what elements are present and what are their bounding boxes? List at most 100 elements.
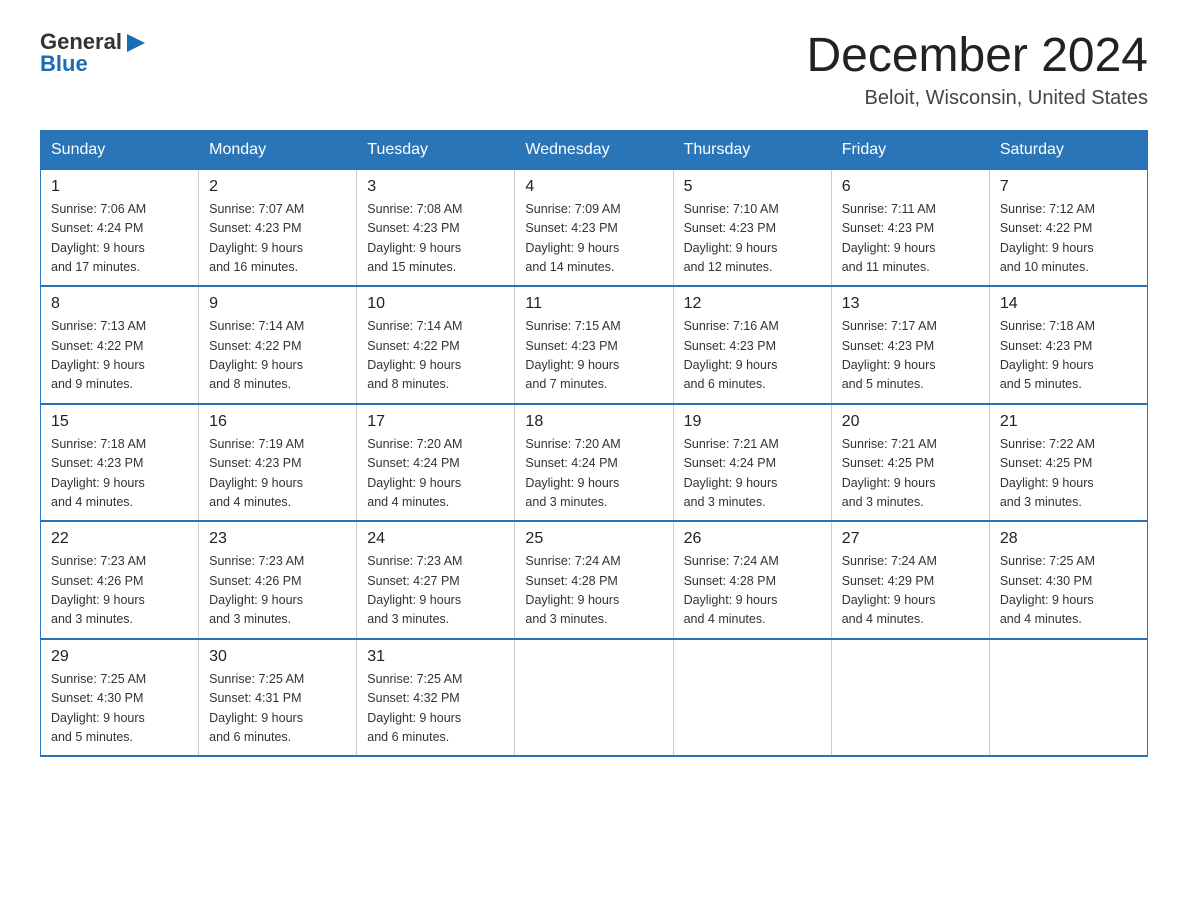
day-info: Sunrise: 7:14 AM Sunset: 4:22 PM Dayligh…: [367, 317, 504, 395]
day-info: Sunrise: 7:25 AM Sunset: 4:31 PM Dayligh…: [209, 670, 346, 748]
day-number: 19: [684, 413, 821, 431]
day-number: 4: [525, 178, 662, 196]
day-cell: 30 Sunrise: 7:25 AM Sunset: 4:31 PM Dayli…: [199, 639, 357, 757]
day-info: Sunrise: 7:07 AM Sunset: 4:23 PM Dayligh…: [209, 200, 346, 278]
day-cell: 16Sunrise: 7:19 AM Sunset: 4:23 PM Dayli…: [199, 404, 357, 522]
calendar-body: 1 Sunrise: 7:06 AM Sunset: 4:24 PM Daylig…: [41, 169, 1148, 756]
day-info: Sunrise: 7:24 AM Sunset: 4:28 PM Dayligh…: [684, 552, 821, 630]
day-number: 25: [525, 530, 662, 548]
day-info: Sunrise: 7:15 AM Sunset: 4:23 PM Dayligh…: [525, 317, 662, 395]
day-cell: 7 Sunrise: 7:12 AM Sunset: 4:22 PM Daylig…: [989, 169, 1147, 286]
day-cell: 14 Sunrise: 7:18 AM Sunset: 4:23 PM Dayli…: [989, 286, 1147, 404]
day-number: 30: [209, 648, 346, 666]
day-cell: 11 Sunrise: 7:15 AM Sunset: 4:23 PM Dayli…: [515, 286, 673, 404]
day-info: Sunrise: 7:19 AM Sunset: 4:23 PM Dayligh…: [209, 435, 346, 513]
header-cell-saturday: Saturday: [989, 130, 1147, 169]
day-cell: 9 Sunrise: 7:14 AM Sunset: 4:22 PM Daylig…: [199, 286, 357, 404]
day-info: Sunrise: 7:25 AM Sunset: 4:30 PM Dayligh…: [1000, 552, 1137, 630]
day-cell: 23 Sunrise: 7:23 AM Sunset: 4:26 PM Dayli…: [199, 521, 357, 639]
day-info: Sunrise: 7:12 AM Sunset: 4:22 PM Dayligh…: [1000, 200, 1137, 278]
day-number: 14: [1000, 295, 1137, 313]
day-number: 27: [842, 530, 979, 548]
logo-triangle-icon: [125, 32, 147, 54]
week-row-5: 29 Sunrise: 7:25 AM Sunset: 4:30 PM Dayli…: [41, 639, 1148, 757]
day-info: Sunrise: 7:09 AM Sunset: 4:23 PM Dayligh…: [525, 200, 662, 278]
week-row-4: 22 Sunrise: 7:23 AM Sunset: 4:26 PM Dayli…: [41, 521, 1148, 639]
day-cell: 4 Sunrise: 7:09 AM Sunset: 4:23 PM Daylig…: [515, 169, 673, 286]
day-number: 24: [367, 530, 504, 548]
day-info: Sunrise: 7:18 AM Sunset: 4:23 PM Dayligh…: [1000, 317, 1137, 395]
day-cell: 13 Sunrise: 7:17 AM Sunset: 4:23 PM Dayli…: [831, 286, 989, 404]
day-cell: [515, 639, 673, 757]
day-cell: [831, 639, 989, 757]
day-cell: 10 Sunrise: 7:14 AM Sunset: 4:22 PM Dayli…: [357, 286, 515, 404]
calendar-header: SundayMondayTuesdayWednesdayThursdayFrid…: [41, 130, 1148, 169]
day-cell: 20Sunrise: 7:21 AM Sunset: 4:25 PM Dayli…: [831, 404, 989, 522]
day-info: Sunrise: 7:20 AM Sunset: 4:24 PM Dayligh…: [367, 435, 504, 513]
day-info: Sunrise: 7:11 AM Sunset: 4:23 PM Dayligh…: [842, 200, 979, 278]
day-number: 3: [367, 178, 504, 196]
day-info: Sunrise: 7:10 AM Sunset: 4:23 PM Dayligh…: [684, 200, 821, 278]
day-info: Sunrise: 7:24 AM Sunset: 4:29 PM Dayligh…: [842, 552, 979, 630]
day-info: Sunrise: 7:23 AM Sunset: 4:26 PM Dayligh…: [51, 552, 188, 630]
day-number: 6: [842, 178, 979, 196]
day-info: Sunrise: 7:06 AM Sunset: 4:24 PM Dayligh…: [51, 200, 188, 278]
day-cell: 17 Sunrise: 7:20 AM Sunset: 4:24 PM Dayli…: [357, 404, 515, 522]
day-cell: 1 Sunrise: 7:06 AM Sunset: 4:24 PM Daylig…: [41, 169, 199, 286]
header-cell-wednesday: Wednesday: [515, 130, 673, 169]
day-info: Sunrise: 7:17 AM Sunset: 4:23 PM Dayligh…: [842, 317, 979, 395]
day-cell: 12Sunrise: 7:16 AM Sunset: 4:23 PM Dayli…: [673, 286, 831, 404]
day-info: Sunrise: 7:21 AM Sunset: 4:24 PM Dayligh…: [684, 435, 821, 513]
day-cell: 2 Sunrise: 7:07 AM Sunset: 4:23 PM Daylig…: [199, 169, 357, 286]
day-number: 26: [684, 530, 821, 548]
day-info: Sunrise: 7:13 AM Sunset: 4:22 PM Dayligh…: [51, 317, 188, 395]
day-number: 22: [51, 530, 188, 548]
day-number: 7: [1000, 178, 1137, 196]
day-cell: 6 Sunrise: 7:11 AM Sunset: 4:23 PM Daylig…: [831, 169, 989, 286]
day-info: Sunrise: 7:25 AM Sunset: 4:32 PM Dayligh…: [367, 670, 504, 748]
day-cell: 26 Sunrise: 7:24 AM Sunset: 4:28 PM Dayli…: [673, 521, 831, 639]
day-number: 23: [209, 530, 346, 548]
day-info: Sunrise: 7:25 AM Sunset: 4:30 PM Dayligh…: [51, 670, 188, 748]
day-cell: 21Sunrise: 7:22 AM Sunset: 4:25 PM Dayli…: [989, 404, 1147, 522]
day-info: Sunrise: 7:08 AM Sunset: 4:23 PM Dayligh…: [367, 200, 504, 278]
day-number: 8: [51, 295, 188, 313]
day-number: 1: [51, 178, 188, 196]
day-info: Sunrise: 7:23 AM Sunset: 4:27 PM Dayligh…: [367, 552, 504, 630]
week-row-3: 15 Sunrise: 7:18 AM Sunset: 4:23 PM Dayli…: [41, 404, 1148, 522]
day-cell: 24 Sunrise: 7:23 AM Sunset: 4:27 PM Dayli…: [357, 521, 515, 639]
day-cell: 19 Sunrise: 7:21 AM Sunset: 4:24 PM Dayli…: [673, 404, 831, 522]
header-cell-sunday: Sunday: [41, 130, 199, 169]
day-info: Sunrise: 7:24 AM Sunset: 4:28 PM Dayligh…: [525, 552, 662, 630]
day-number: 17: [367, 413, 504, 431]
day-cell: 3 Sunrise: 7:08 AM Sunset: 4:23 PM Daylig…: [357, 169, 515, 286]
day-cell: 8 Sunrise: 7:13 AM Sunset: 4:22 PM Daylig…: [41, 286, 199, 404]
day-number: 21: [1000, 413, 1137, 431]
week-row-2: 8 Sunrise: 7:13 AM Sunset: 4:22 PM Daylig…: [41, 286, 1148, 404]
day-number: 2: [209, 178, 346, 196]
day-number: 18: [525, 413, 662, 431]
header-cell-tuesday: Tuesday: [357, 130, 515, 169]
day-number: 13: [842, 295, 979, 313]
day-cell: [989, 639, 1147, 757]
day-info: Sunrise: 7:20 AM Sunset: 4:24 PM Dayligh…: [525, 435, 662, 513]
day-cell: 22 Sunrise: 7:23 AM Sunset: 4:26 PM Dayli…: [41, 521, 199, 639]
day-info: Sunrise: 7:14 AM Sunset: 4:22 PM Dayligh…: [209, 317, 346, 395]
day-info: Sunrise: 7:18 AM Sunset: 4:23 PM Dayligh…: [51, 435, 188, 513]
header-cell-thursday: Thursday: [673, 130, 831, 169]
day-info: Sunrise: 7:23 AM Sunset: 4:26 PM Dayligh…: [209, 552, 346, 630]
day-number: 29: [51, 648, 188, 666]
day-cell: [673, 639, 831, 757]
day-info: Sunrise: 7:16 AM Sunset: 4:23 PM Dayligh…: [684, 317, 821, 395]
day-number: 10: [367, 295, 504, 313]
logo-blue-text: Blue: [40, 52, 147, 76]
logo: General Blue: [40, 30, 147, 76]
header-cell-friday: Friday: [831, 130, 989, 169]
day-cell: 28Sunrise: 7:25 AM Sunset: 4:30 PM Dayli…: [989, 521, 1147, 639]
day-number: 9: [209, 295, 346, 313]
day-number: 11: [525, 295, 662, 313]
day-number: 31: [367, 648, 504, 666]
day-cell: 5Sunrise: 7:10 AM Sunset: 4:23 PM Daylig…: [673, 169, 831, 286]
day-number: 15: [51, 413, 188, 431]
day-info: Sunrise: 7:21 AM Sunset: 4:25 PM Dayligh…: [842, 435, 979, 513]
